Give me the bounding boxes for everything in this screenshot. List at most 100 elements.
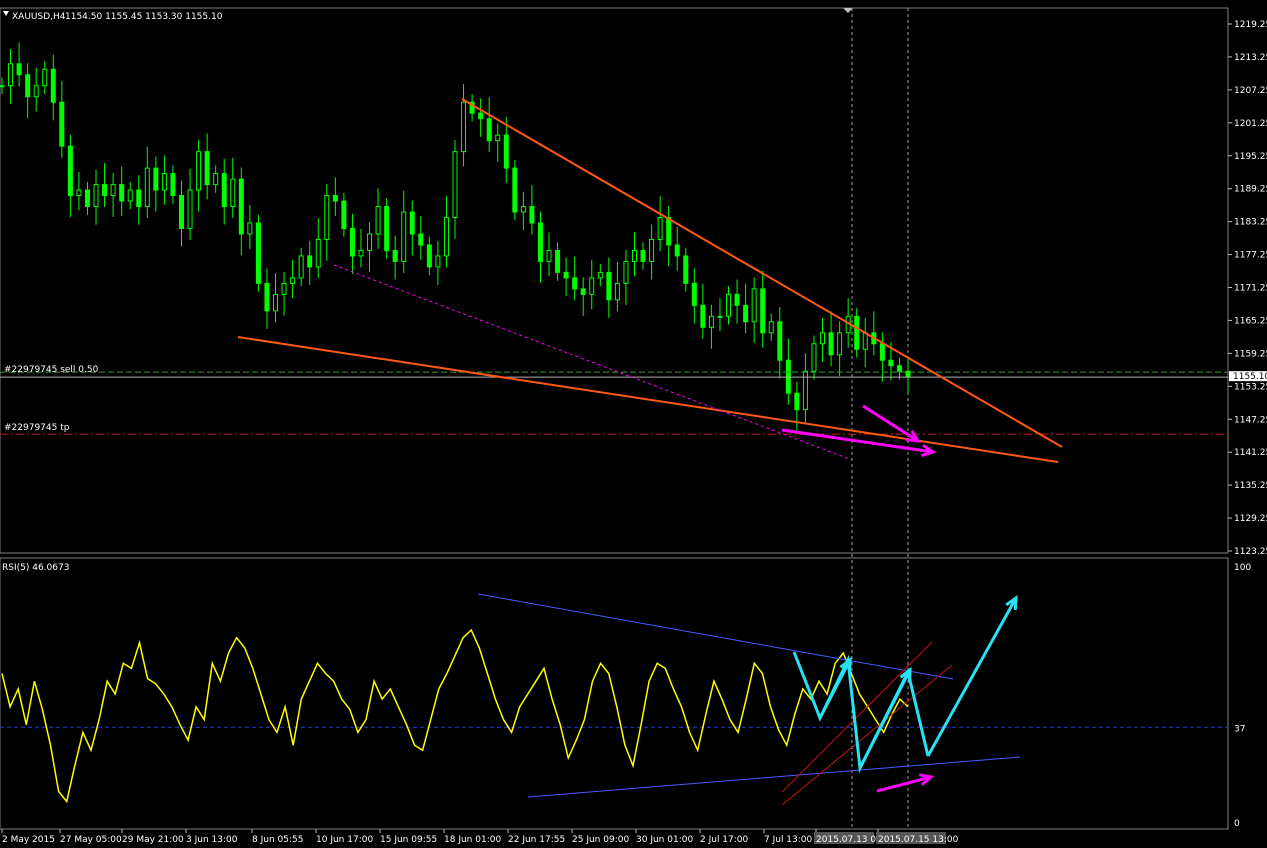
candle xyxy=(700,283,706,339)
candle-body xyxy=(341,200,347,229)
candle xyxy=(606,257,612,318)
rsi-tick-label: 100 xyxy=(1234,563,1251,573)
candle-body xyxy=(691,282,697,306)
candle xyxy=(341,192,347,237)
cyan-arrow xyxy=(858,666,912,769)
candle-body xyxy=(273,293,279,312)
candle-body xyxy=(708,315,714,328)
candle xyxy=(743,283,749,334)
rsi-upper-channel xyxy=(477,593,954,680)
candle-body xyxy=(247,222,253,235)
chart-window[interactable]: XAUUSD,H4 1154.50 1155.45 1153.30 1155.1… xyxy=(0,0,1267,845)
candle-body xyxy=(255,222,261,284)
price-tick-label: 1153.25 xyxy=(1234,382,1267,392)
candle xyxy=(794,381,800,432)
candle xyxy=(332,177,338,216)
candle-body xyxy=(657,217,663,240)
candle xyxy=(777,306,783,379)
candle-body xyxy=(119,184,125,202)
candle-body xyxy=(862,332,868,350)
candle xyxy=(290,259,296,299)
price-tick-label: 1219.25 xyxy=(1234,20,1267,30)
candle-body xyxy=(8,63,14,87)
candle xyxy=(905,356,911,395)
price-tick-label: 1183.25 xyxy=(1234,218,1267,228)
candle-body xyxy=(896,365,902,372)
collapse-arrow-icon[interactable] xyxy=(3,11,9,16)
time-tick-label: 29 May 21:00 xyxy=(122,835,184,844)
candle-body xyxy=(520,206,526,213)
candle-body xyxy=(717,315,723,318)
price-tick-label: 1195.25 xyxy=(1234,152,1267,162)
magenta-rsi-arrow xyxy=(876,773,935,793)
candle-body xyxy=(16,63,22,76)
candle-body xyxy=(666,217,672,246)
candle-body xyxy=(187,189,193,229)
candle-body xyxy=(0,85,5,88)
candle-body xyxy=(751,288,757,323)
candle xyxy=(631,232,637,277)
candle xyxy=(828,311,834,367)
candle xyxy=(486,97,492,153)
candle-body xyxy=(238,178,244,235)
candle-body xyxy=(136,189,142,208)
candle-body xyxy=(443,217,449,257)
candle-body xyxy=(879,343,885,361)
candle xyxy=(324,184,330,261)
candle-body xyxy=(777,321,783,361)
candle-body xyxy=(127,189,133,202)
candle xyxy=(597,264,603,287)
candle-body xyxy=(213,173,219,186)
candle-body xyxy=(435,255,441,268)
candle-body xyxy=(204,151,210,186)
lower-wedge-line xyxy=(237,336,1059,463)
candle xyxy=(238,167,244,256)
candle-body xyxy=(426,244,432,268)
candle xyxy=(367,222,373,272)
candle-body xyxy=(837,332,843,356)
sell-order-label: #22979745 sell 0.50 xyxy=(4,365,99,375)
price-tick-label: 1189.25 xyxy=(1234,185,1267,195)
candle xyxy=(691,268,697,324)
candle xyxy=(33,67,39,112)
candle xyxy=(119,166,125,216)
candle xyxy=(674,226,680,271)
candle xyxy=(555,242,561,281)
magenta-arrow xyxy=(781,428,937,458)
candle xyxy=(16,42,22,87)
candle-body xyxy=(674,244,680,257)
candle-body xyxy=(495,134,501,142)
candle-body xyxy=(358,249,364,257)
time-tick-label: 10 Jun 17:00 xyxy=(316,835,373,844)
candle-body xyxy=(76,189,82,197)
candle-body xyxy=(332,195,338,202)
chart-canvas[interactable]: XAUUSD,H4 1154.50 1155.45 1153.30 1155.1… xyxy=(0,0,1267,845)
candle xyxy=(426,236,432,276)
candle-body xyxy=(307,255,313,268)
candle-body xyxy=(649,238,655,262)
time-tick-label: 15 Jun 09:55 xyxy=(380,835,437,844)
candle xyxy=(42,61,48,94)
candle xyxy=(734,279,740,324)
candle xyxy=(127,181,133,210)
rsi-series-line xyxy=(1,628,909,804)
candle xyxy=(230,157,236,219)
candle xyxy=(264,268,270,329)
candle xyxy=(640,242,646,270)
time-tick-label: 2015.07.15 13:00 xyxy=(878,835,959,844)
candle xyxy=(896,357,902,380)
candle xyxy=(572,256,578,301)
candle xyxy=(520,191,526,231)
time-tick-label: 8 Jun 05:55 xyxy=(252,835,303,844)
candle-body xyxy=(315,238,321,268)
candle xyxy=(204,133,210,200)
candle-body xyxy=(221,173,227,208)
candle-body xyxy=(461,101,467,153)
candle-body xyxy=(589,277,595,295)
candle-body xyxy=(794,392,800,411)
candle-body xyxy=(59,101,65,147)
candle-body xyxy=(144,167,150,208)
candle xyxy=(768,313,774,342)
candle-body xyxy=(580,288,586,295)
candle-body xyxy=(418,233,424,246)
